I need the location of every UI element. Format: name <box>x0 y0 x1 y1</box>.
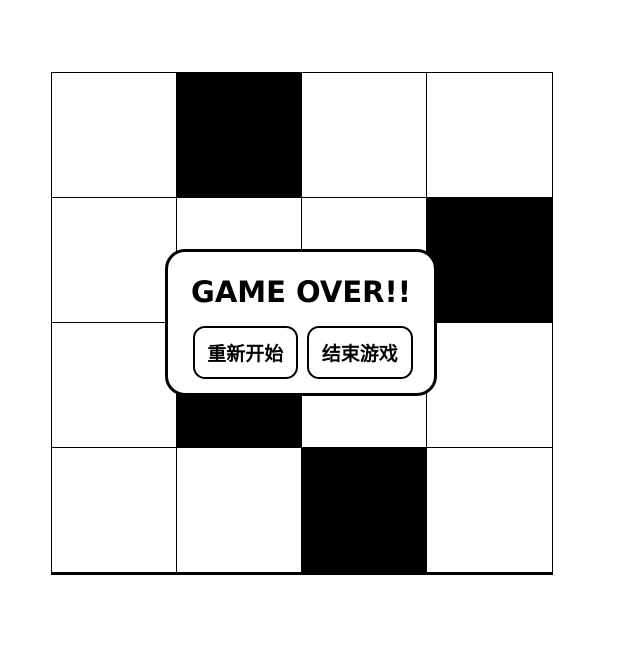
black-tile[interactable] <box>177 73 302 198</box>
white-tile[interactable] <box>427 323 552 448</box>
white-tile[interactable] <box>52 198 177 323</box>
quit-game-button[interactable]: 结束游戏 <box>307 326 413 379</box>
black-tile[interactable] <box>302 448 427 573</box>
board-bottom-border <box>51 574 553 575</box>
white-tile[interactable] <box>427 448 552 573</box>
game-over-title: GAME OVER!! <box>191 275 411 309</box>
restart-button[interactable]: 重新开始 <box>193 326 298 379</box>
white-tile[interactable] <box>177 448 302 573</box>
game-over-dialog: GAME OVER!! 重新开始 结束游戏 <box>165 249 437 396</box>
game-stage: GAME OVER!! 重新开始 结束游戏 <box>0 0 623 651</box>
white-tile[interactable] <box>427 73 552 198</box>
white-tile[interactable] <box>302 73 427 198</box>
white-tile[interactable] <box>52 73 177 198</box>
black-tile[interactable] <box>427 198 552 323</box>
white-tile[interactable] <box>52 323 177 448</box>
white-tile[interactable] <box>52 448 177 573</box>
